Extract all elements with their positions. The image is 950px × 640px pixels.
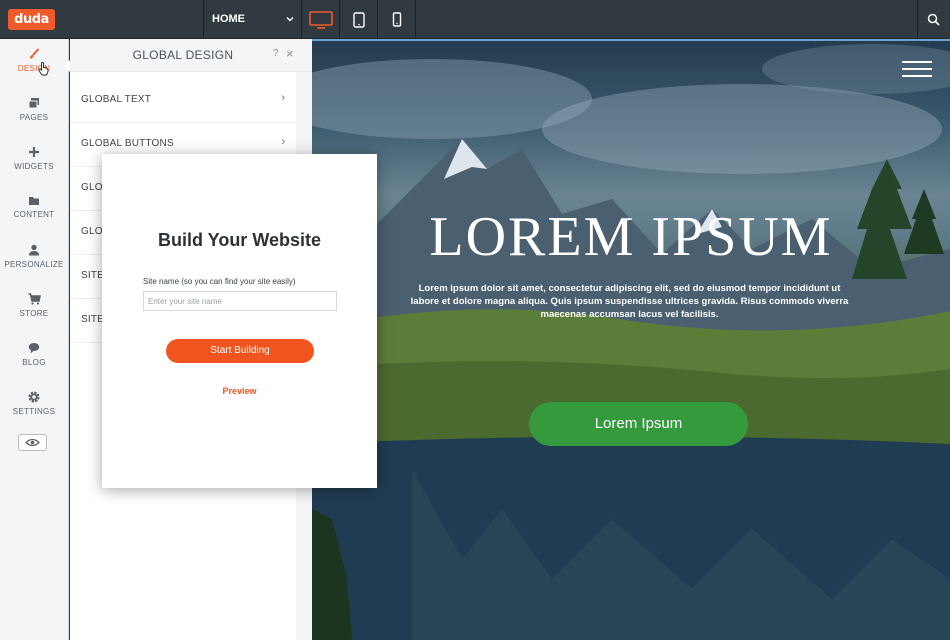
sidebar-item-content[interactable]: CONTENT [0,186,68,235]
panel-row-label: GLOBAL BUTTONS [81,138,174,149]
sidebar-item-design[interactable]: DESIGN [0,39,68,88]
sidebar-item-label: BLOG [22,358,46,367]
sidebar-item-label: PAGES [19,113,49,122]
mobile-view-button[interactable] [378,0,416,39]
panel-row-global-text[interactable]: GLOBAL TEXT › [70,79,296,123]
sidebar-item-widgets[interactable]: WIDGETS [0,137,68,186]
pages-icon [28,98,39,109]
sidebar-item-label: STORE [19,309,49,318]
brush-icon [30,48,40,59]
panel-pointer [64,60,70,72]
eye-icon [25,438,40,447]
sidebar-item-label: SETTINGS [12,407,56,416]
start-building-button[interactable]: Start Building [166,339,314,363]
panel-header: GLOBAL DESIGN ? × [70,39,312,72]
sidebar-item-personalize[interactable]: PERSONALIZE [0,235,68,284]
mobile-icon [392,12,402,27]
desktop-icon [309,10,333,29]
chevron-right-icon: › [281,136,285,148]
sidebar-item-label: CONTENT [13,210,55,219]
preview-toggle-button[interactable] [18,434,47,451]
sidebar-item-label: PERSONALIZE [4,260,64,269]
site-name-input[interactable] [143,291,337,311]
build-website-modal: Build Your Website Site name (so you can… [102,154,377,488]
top-toolbar: duda HOME [0,0,950,39]
panel-row-label: SITE [81,270,105,281]
sidebar-item-pages[interactable]: PAGES [0,88,68,137]
chat-icon [28,343,40,354]
site-name-label: Site name (so you can find your site eas… [143,277,296,286]
close-icon[interactable]: × [286,46,294,61]
toolbar-divider [203,0,204,39]
search-icon [927,13,940,26]
sidebar-item-label: WIDGETS [14,162,54,171]
help-icon[interactable]: ? [273,48,279,59]
sidebar-item-settings[interactable]: SETTINGS [0,382,68,431]
site-preview: LOREM IPSUM Lorem ipsum dolor sit amet, … [312,39,950,640]
panel-title: GLOBAL DESIGN [132,48,234,62]
plus-icon [29,147,39,157]
sidebar-item-store[interactable]: STORE [0,284,68,333]
panel-row-label: GLOBAL TEXT [81,94,152,105]
toolbar-divider [415,0,416,39]
left-sidebar: DESIGN PAGES WIDGETS CONTENT PERSONALIZE… [0,39,69,640]
search-button[interactable] [917,0,950,39]
cart-icon [28,293,41,305]
hero-text: Lorem ipsum dolor sit amet, consectetur … [410,283,849,320]
preview-top-border [312,39,950,41]
sidebar-item-blog[interactable]: BLOG [0,333,68,382]
hero-title: LOREM IPSUM [429,206,833,268]
tablet-view-button[interactable] [340,0,378,39]
page-selector-value: HOME [212,13,245,25]
panel-row-label: SITE [81,314,105,325]
hamburger-menu-icon[interactable] [902,61,932,77]
preview-link[interactable]: Preview [102,386,377,396]
chevron-down-icon [286,17,294,22]
desktop-view-button[interactable] [302,0,340,39]
page-selector[interactable]: HOME [205,0,301,39]
folder-icon [29,197,39,205]
hero-background-image [312,44,950,640]
gear-icon [28,391,40,403]
tablet-icon [353,11,365,28]
chevron-right-icon: › [281,92,285,104]
duda-logo[interactable]: duda [8,9,55,30]
person-icon [29,244,39,256]
modal-title: Build Your Website [157,230,322,250]
mouse-cursor-icon [38,62,49,76]
hero-cta-button[interactable]: Lorem Ipsum [529,402,748,446]
